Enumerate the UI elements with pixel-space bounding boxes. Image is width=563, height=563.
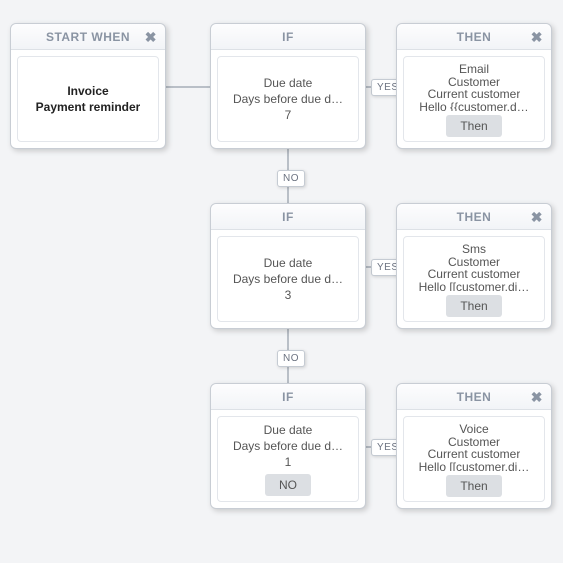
start-line1: Invoice [67, 83, 108, 99]
no-button[interactable]: NO [265, 474, 311, 496]
close-icon[interactable]: ✖ [145, 30, 157, 44]
node-then-1[interactable]: THEN ✖ Email Customer Current customer H… [396, 23, 552, 149]
then-channel: Voice [459, 421, 488, 434]
node-body: Due date Days before due d… 7 [217, 56, 359, 142]
branch-label-no: NO [277, 350, 305, 367]
node-then-2[interactable]: THEN ✖ Sms Customer Current customer Hel… [396, 203, 552, 329]
node-title: THEN [457, 210, 492, 224]
node-if-1[interactable]: IF Due date Days before due d… 7 [210, 23, 366, 149]
then-button[interactable]: Then [446, 475, 501, 497]
node-body: Email Customer Current customer Hello {{… [403, 56, 545, 142]
node-start-when[interactable]: START WHEN ✖ Invoice Payment reminder [10, 23, 166, 149]
node-body: Sms Customer Current customer Hello [[cu… [403, 236, 545, 322]
then-channel: Email [459, 61, 489, 74]
if-field: Due date [264, 422, 313, 438]
branch-label-no: NO [277, 170, 305, 187]
start-line2: Payment reminder [36, 99, 141, 115]
connector [166, 86, 210, 88]
node-body: Voice Customer Current customer Hello [[… [403, 416, 545, 502]
close-icon[interactable]: ✖ [531, 30, 543, 44]
node-header: IF [211, 384, 365, 410]
node-title: THEN [457, 30, 492, 44]
then-scope: Current customer [428, 266, 521, 279]
if-field: Due date [264, 75, 313, 91]
close-icon[interactable]: ✖ [531, 210, 543, 224]
node-if-2[interactable]: IF Due date Days before due d… 3 [210, 203, 366, 329]
then-target: Customer [448, 254, 500, 267]
then-button[interactable]: Then [446, 115, 501, 137]
flow-canvas: YES NO YES NO YES START WHEN ✖ Invoice P… [0, 0, 563, 563]
then-channel: Sms [462, 241, 486, 254]
node-body: Due date Days before due d… 3 [217, 236, 359, 322]
then-target: Customer [448, 74, 500, 87]
if-field: Due date [264, 255, 313, 271]
node-header: IF [211, 24, 365, 50]
node-header: THEN ✖ [397, 24, 551, 50]
then-scope: Current customer [428, 86, 521, 99]
node-header: THEN ✖ [397, 384, 551, 410]
node-title: START WHEN [46, 30, 130, 44]
node-then-3[interactable]: THEN ✖ Voice Customer Current customer H… [396, 383, 552, 509]
if-value: 1 [285, 454, 292, 470]
if-value: 3 [285, 287, 292, 303]
then-button[interactable]: Then [446, 295, 501, 317]
node-body: Invoice Payment reminder [17, 56, 159, 142]
then-scope: Current customer [428, 446, 521, 459]
node-body: Due date Days before due d… 1 NO [217, 416, 359, 502]
if-value: 7 [285, 107, 292, 123]
node-title: THEN [457, 390, 492, 404]
node-header: START WHEN ✖ [11, 24, 165, 50]
if-condition: Days before due d… [233, 438, 343, 454]
then-template: Hello {{customer.d… [419, 99, 528, 112]
node-title: IF [282, 30, 294, 44]
then-template: Hello [[customer.di… [419, 459, 530, 472]
node-title: IF [282, 390, 294, 404]
node-if-3[interactable]: IF Due date Days before due d… 1 NO [210, 383, 366, 509]
node-title: IF [282, 210, 294, 224]
node-header: IF [211, 204, 365, 230]
then-template: Hello [[customer.di… [419, 279, 530, 292]
then-target: Customer [448, 434, 500, 447]
close-icon[interactable]: ✖ [531, 390, 543, 404]
if-condition: Days before due d… [233, 91, 343, 107]
node-header: THEN ✖ [397, 204, 551, 230]
if-condition: Days before due d… [233, 271, 343, 287]
